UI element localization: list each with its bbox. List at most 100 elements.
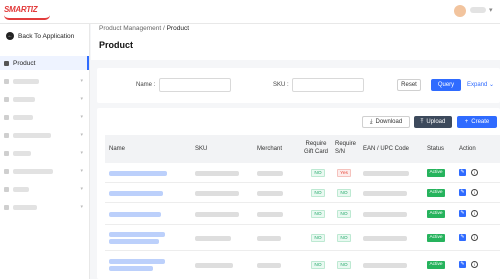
plus-icon: + — [464, 119, 469, 125]
expand-label: Expand — [467, 82, 488, 88]
gift-card-tag: NO — [311, 261, 325, 269]
product-name-link-line-2[interactable] — [109, 266, 153, 271]
name-filter-label: Name : — [136, 82, 156, 88]
sidebar-item-product[interactable]: Product — [0, 56, 89, 70]
edit-icon[interactable]: ✎ — [459, 234, 466, 241]
user-name-redacted[interactable] — [470, 7, 486, 13]
upload-label: Upload — [426, 119, 446, 125]
product-name-link[interactable] — [109, 232, 165, 237]
merchant-value — [257, 212, 283, 217]
upload-icon: ⤒ — [420, 118, 424, 125]
gift-card-tag: NO — [311, 189, 325, 197]
edit-icon[interactable]: ✎ — [459, 189, 466, 196]
brand-logo[interactable]: SMARTIZ — [4, 4, 64, 20]
product-name-link[interactable] — [109, 191, 163, 196]
column-header-merchant[interactable]: Merchant — [257, 145, 282, 153]
menu-icon — [4, 204, 9, 210]
create-button[interactable]: + Create — [457, 116, 497, 128]
edit-icon[interactable]: ✎ — [459, 261, 466, 268]
user-avatar[interactable] — [454, 5, 466, 17]
product-name-link-line-2[interactable] — [109, 239, 159, 244]
sidebar-item-redacted-2[interactable]: ▾ — [0, 92, 89, 106]
back-to-application-link[interactable]: ← Back To Application — [6, 30, 74, 42]
ean-value — [363, 191, 407, 196]
sidebar-item-redacted-8[interactable]: ▾ — [0, 200, 89, 214]
chevron-down-icon: ⌄ — [489, 82, 495, 88]
edit-icon[interactable]: ✎ — [459, 210, 466, 217]
product-name-link[interactable] — [109, 259, 165, 264]
info-icon[interactable]: i — [471, 169, 478, 176]
column-header-ean[interactable]: EAN / UPC Code — [363, 145, 409, 153]
sidebar-item-redacted-5[interactable]: ▾ — [0, 146, 89, 160]
sku-value — [195, 191, 239, 196]
redacted-label — [13, 186, 29, 192]
sidebar: ← Back To Application Product ▾ ▾ ▾ ▾ ▾ … — [0, 24, 90, 279]
merchant-value — [257, 263, 281, 268]
table-row: NO NO Active ✎ i — [105, 183, 500, 203]
status-badge: Active — [427, 234, 445, 242]
edit-icon[interactable]: ✎ — [459, 169, 466, 176]
table-row: NO NO Active ✎ i — [105, 203, 500, 225]
table-row: NO Yes Active ✎ i — [105, 163, 500, 183]
ean-value — [363, 263, 407, 268]
sidebar-item-redacted-7[interactable]: ▾ — [0, 182, 89, 196]
info-icon[interactable]: i — [471, 234, 478, 241]
table-row: NO NO Active ✎ i — [105, 225, 500, 251]
menu-icon — [4, 114, 9, 120]
sidebar-item-redacted-1[interactable]: ▾ — [0, 74, 89, 88]
table-row: NO NO Active ✎ i — [105, 251, 500, 279]
menu-icon — [4, 168, 9, 174]
sidebar-item-redacted-6[interactable]: ▾ — [0, 164, 89, 178]
column-header-action[interactable]: Action — [459, 145, 476, 153]
logo-text: SMARTIZ — [4, 5, 38, 14]
download-button[interactable]: ⤓ Download — [362, 116, 410, 128]
sidebar-item-redacted-4[interactable]: ▾ — [0, 128, 89, 142]
menu-icon — [4, 96, 9, 102]
column-header-require-gift-card[interactable]: Require Gift Card — [301, 140, 331, 156]
redacted-label — [13, 96, 35, 102]
redacted-label — [13, 132, 51, 138]
merchant-value — [257, 236, 281, 241]
upload-button[interactable]: ⤒ Upload — [414, 116, 452, 128]
product-name-link[interactable] — [109, 171, 167, 176]
info-icon[interactable]: i — [471, 261, 478, 268]
sn-tag: NO — [337, 189, 351, 197]
merchant-value — [257, 171, 283, 176]
sku-filter-input[interactable] — [292, 78, 364, 92]
chevron-down-icon: ▾ — [80, 186, 83, 192]
expand-toggle[interactable]: Expand ⌄ — [467, 81, 494, 88]
column-header-status[interactable]: Status — [427, 145, 444, 153]
table-header: Name SKU Merchant Require Gift Card Requ… — [105, 135, 500, 163]
column-header-sku[interactable]: SKU — [195, 145, 207, 153]
sn-tag: NO — [337, 234, 351, 242]
top-header: SMARTIZ ▾ — [0, 0, 500, 24]
name-filter-input[interactable] — [159, 78, 231, 92]
reset-button[interactable]: Reset — [397, 79, 421, 91]
breadcrumb-parent[interactable]: Product Management — [99, 25, 161, 32]
chevron-down-icon: ▾ — [80, 132, 83, 138]
menu-icon — [4, 78, 9, 84]
redacted-label — [13, 78, 39, 84]
menu-icon — [4, 132, 9, 138]
gift-card-tag: NO — [311, 234, 325, 242]
chevron-down-icon[interactable]: ▾ — [489, 6, 493, 14]
product-table-panel: ⤓ Download ⤒ Upload + Create Name SKU Me… — [97, 108, 500, 279]
gift-card-tag: NO — [311, 210, 325, 218]
page-title: Product — [99, 40, 134, 50]
logo-swoosh — [4, 15, 50, 20]
sn-tag: Yes — [337, 169, 351, 177]
column-header-name[interactable]: Name — [109, 145, 125, 153]
sidebar-item-label: Product — [13, 59, 36, 67]
menu-icon — [4, 186, 9, 192]
redacted-label — [13, 150, 31, 156]
status-badge: Active — [427, 261, 445, 269]
sidebar-item-redacted-3[interactable]: ▾ — [0, 110, 89, 124]
chevron-down-icon: ▾ — [80, 150, 83, 156]
product-name-link[interactable] — [109, 212, 161, 217]
column-header-require-sn[interactable]: Require S/N — [335, 140, 356, 156]
info-icon[interactable]: i — [471, 189, 478, 196]
query-button[interactable]: Query — [431, 79, 461, 91]
chevron-down-icon: ▾ — [80, 168, 83, 174]
info-icon[interactable]: i — [471, 210, 478, 217]
chevron-down-icon: ▾ — [80, 78, 83, 84]
